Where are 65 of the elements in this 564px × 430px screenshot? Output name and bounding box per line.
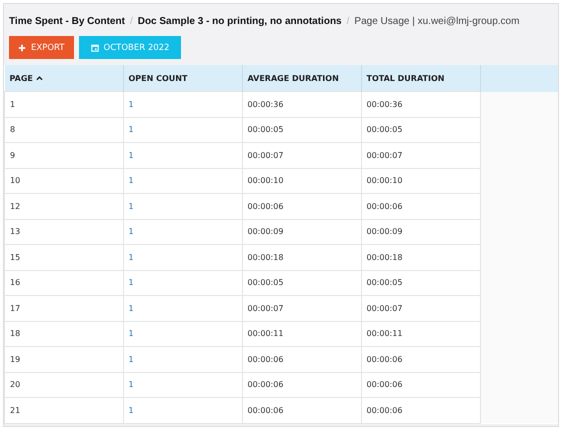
table-cell: 17	[4, 296, 123, 321]
table-cell: 00:00:06	[242, 194, 361, 219]
table-cell: 00:00:10	[361, 168, 480, 194]
count-link[interactable]: 1	[123, 270, 242, 296]
count-link[interactable]: 1	[123, 321, 242, 346]
export-button[interactable]: EXPORT	[9, 36, 74, 59]
table-cell: 00:00:07	[242, 142, 361, 168]
table-cell: 00:00:05	[361, 270, 480, 296]
table-cell: 00:00:36	[361, 92, 480, 117]
count-link[interactable]: 1	[123, 117, 242, 142]
table-cell: 00:00:07	[361, 142, 480, 168]
column-header[interactable]: TOTAL DURATION	[361, 65, 480, 92]
table-cell: 00:00:06	[361, 194, 480, 219]
table-cell: 00:00:06	[361, 346, 480, 372]
table-cell: 00:00:05	[242, 270, 361, 296]
count-link[interactable]: 1	[123, 346, 242, 372]
breadcrumb-item[interactable]: Page Usage | xu.wei@lmj-group.com	[354, 16, 520, 27]
table-cell: 9	[4, 142, 123, 168]
table-cell: 15	[4, 244, 123, 270]
table-cell: 00:00:06	[242, 346, 361, 372]
breadcrumb-item[interactable]: Time Spent - By Content	[9, 16, 125, 27]
table-cell: 00:00:11	[242, 321, 361, 346]
plus-icon	[18, 44, 26, 52]
calendar-icon	[90, 44, 98, 52]
count-link[interactable]: 1	[123, 194, 242, 219]
table-cell: 00:00:05	[361, 117, 480, 142]
table-cell: 00:00:10	[242, 168, 361, 194]
column-header[interactable]: AVERAGE DURATION	[242, 65, 361, 92]
table-cell: 00:00:07	[361, 296, 480, 321]
table-cell: 00:00:06	[361, 372, 480, 398]
breadcrumb-separator: /	[130, 16, 133, 27]
count-link[interactable]: 1	[123, 142, 242, 168]
table-cell: 00:00:36	[242, 92, 361, 117]
table-cell: 00:00:06	[361, 398, 480, 423]
count-link[interactable]: 1	[123, 398, 242, 423]
table-cell: 00:00:18	[361, 244, 480, 270]
table-cell: 00:00:06	[242, 372, 361, 398]
column-header[interactable]: OPEN COUNT	[123, 65, 242, 92]
table-cell: 12	[4, 194, 123, 219]
count-link[interactable]: 1	[123, 244, 242, 270]
sort-up-icon	[36, 75, 43, 81]
table-cell: 19	[4, 346, 123, 372]
count-link[interactable]: 1	[123, 372, 242, 398]
table-cell: 00:00:06	[242, 398, 361, 423]
table-cell: 13	[4, 219, 123, 244]
count-link[interactable]: 1	[123, 219, 242, 244]
breadcrumb-separator: /	[346, 16, 350, 27]
table-cell: 16	[4, 270, 123, 296]
count-link[interactable]: 1	[123, 92, 242, 117]
table-cell: 8	[4, 117, 123, 142]
table-cell: 00:00:18	[242, 244, 361, 270]
table-cell: 00:00:09	[361, 219, 480, 244]
table-cell: 00:00:09	[242, 219, 361, 244]
table-cell: 00:00:05	[242, 117, 361, 142]
table-cell: 00:00:07	[242, 296, 361, 321]
table-cell: 1	[4, 92, 123, 117]
table-cell: 21	[4, 398, 123, 423]
table-cell: 10	[4, 168, 123, 194]
table-cell: 00:00:11	[361, 321, 480, 346]
count-link[interactable]: 1	[123, 168, 242, 194]
table-cell: 20	[4, 372, 123, 398]
count-link[interactable]: 1	[123, 296, 242, 321]
column-header[interactable]: PAGE	[4, 65, 123, 92]
breadcrumb-item[interactable]: Doc Sample 3 - no printing, no annotations	[138, 16, 342, 27]
table-cell: 18	[4, 321, 123, 346]
